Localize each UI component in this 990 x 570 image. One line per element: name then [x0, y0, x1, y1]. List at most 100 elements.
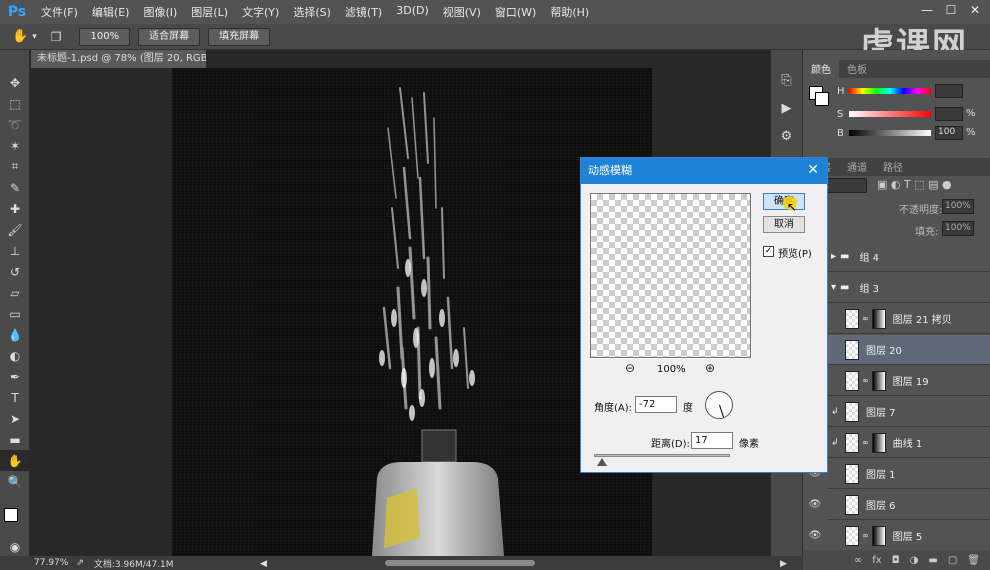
magic-wand-tool-icon[interactable]: ✶ — [0, 135, 30, 156]
visibility-eye-icon[interactable]: 👁 — [807, 499, 823, 510]
fill-screen-button[interactable]: 填充屏幕 — [208, 27, 271, 46]
actions-panel-icon[interactable]: ▶ — [775, 98, 799, 120]
layer-row[interactable]: 👁 图层 1 — [809, 459, 990, 489]
menu-item[interactable]: 文件(F) — [34, 4, 85, 20]
chevron-right-icon[interactable]: ▸ — [831, 251, 836, 262]
layer-row[interactable]: 👁 图层 6 — [809, 490, 990, 520]
quick-mask-icon[interactable]: ◉ — [0, 536, 30, 557]
distance-slider[interactable] — [594, 454, 730, 457]
adjustment-icon[interactable]: ◑ — [910, 555, 919, 566]
background-color-swatch[interactable] — [815, 92, 829, 106]
trash-icon[interactable]: 🗑 — [967, 555, 980, 566]
menu-item[interactable]: 视图(V) — [436, 4, 488, 20]
layer-row[interactable]: ↲ ∞ 曲线 1 — [827, 428, 990, 458]
layer-row[interactable]: 图层 20 — [827, 335, 990, 365]
visibility-eye-icon[interactable]: 👁 — [807, 530, 823, 541]
layer-row[interactable]: ∞ 图层 19 — [827, 366, 990, 396]
fit-screen-button[interactable]: 适合屏幕 — [138, 27, 201, 46]
filter-icons[interactable]: ▣ ◐ T ⬚ ▤ ● — [877, 178, 952, 191]
link-icon[interactable]: ∞ — [862, 314, 869, 323]
tab-channels[interactable]: 通道 — [839, 157, 875, 176]
properties-panel-icon[interactable]: ⚙ — [775, 126, 799, 148]
lasso-tool-icon[interactable]: ➰ — [0, 114, 30, 135]
blur-tool-icon[interactable]: 💧 — [0, 324, 30, 345]
menu-item[interactable]: 图层(L) — [184, 4, 235, 20]
hand-tool-icon[interactable]: ✋ — [0, 450, 30, 471]
link-icon[interactable]: ∞ — [862, 376, 869, 385]
mask-icon[interactable]: ◘ — [892, 555, 900, 566]
menu-item[interactable]: 滤镜(T) — [338, 4, 389, 20]
brightness-slider[interactable] — [849, 130, 931, 136]
distance-input[interactable]: 17 — [691, 432, 733, 449]
menu-item[interactable]: 编辑(E) — [85, 4, 137, 20]
chevron-down-icon[interactable]: ▾ — [32, 32, 37, 42]
move-tool-icon[interactable]: ✥ — [0, 72, 30, 93]
mask-thumbnail[interactable] — [871, 432, 886, 453]
close-button[interactable]: ✕ — [966, 2, 984, 18]
share-icon[interactable]: ⇗ — [76, 558, 84, 568]
clone-stamp-tool-icon[interactable]: ⊥ — [0, 240, 30, 261]
marquee-tool-icon[interactable]: ⬚ — [0, 93, 30, 114]
eraser-tool-icon[interactable]: ▱ — [0, 282, 30, 303]
layer-row[interactable]: ▾ ▬ 组 3 — [827, 273, 990, 303]
dodge-tool-icon[interactable]: ◐ — [0, 345, 30, 366]
hue-slider[interactable] — [849, 88, 931, 94]
layer-row[interactable]: 👁 ∞ 图层 5 — [809, 521, 990, 548]
zoom-tool-icon[interactable]: 🔍 — [0, 471, 30, 492]
document-tab[interactable]: 未标题-1.psd @ 78% (图层 20, RGB/8) * — [31, 50, 206, 68]
zoom-100-button[interactable]: 100% — [79, 27, 131, 46]
gradient-tool-icon[interactable]: ▭ — [0, 303, 30, 324]
folder-icon[interactable]: ▬ — [928, 555, 937, 566]
history-panel-icon[interactable]: ⎘ — [775, 70, 799, 92]
brightness-input[interactable]: 100 — [935, 126, 963, 140]
opacity-input[interactable]: 100% — [942, 199, 974, 214]
angle-input[interactable]: -72 — [635, 396, 677, 413]
close-icon[interactable]: ✕ — [807, 162, 819, 178]
tab-color[interactable]: 颜色 — [803, 59, 839, 78]
mask-thumbnail[interactable] — [871, 308, 886, 329]
layer-row[interactable]: ▸ ▬ 组 4 — [827, 242, 990, 272]
zoom-level[interactable]: 77.97% — [34, 558, 68, 568]
layer-row[interactable]: ↲ 图层 7 — [827, 397, 990, 427]
horizontal-scrollbar[interactable] — [385, 560, 535, 566]
zoom-in-icon[interactable]: ⊕ — [705, 361, 715, 375]
saturation-slider[interactable] — [849, 111, 931, 117]
foreground-color-swatch[interactable] — [4, 508, 18, 522]
mask-thumbnail[interactable] — [871, 370, 886, 391]
mask-thumbnail[interactable] — [871, 525, 886, 546]
preview-area[interactable] — [590, 193, 751, 358]
menu-item[interactable]: 图像(I) — [136, 4, 184, 20]
menu-item[interactable]: 选择(S) — [286, 4, 338, 20]
cancel-button[interactable]: 取消 — [763, 216, 805, 233]
fx-icon[interactable]: fx — [872, 555, 881, 566]
menu-item[interactable]: 窗口(W) — [488, 4, 543, 20]
menu-item[interactable]: 3D(D) — [389, 4, 436, 20]
rectangle-tool-icon[interactable]: ▬ — [0, 429, 30, 450]
menu-item[interactable]: 帮助(H) — [543, 4, 596, 20]
fill-input[interactable]: 100% — [942, 221, 974, 236]
link-icon[interactable]: ∞ — [862, 438, 869, 447]
tab-paths[interactable]: 路径 — [875, 157, 911, 176]
link-icon[interactable]: ∞ — [854, 555, 862, 566]
angle-dial[interactable] — [705, 391, 733, 419]
type-tool-icon[interactable]: T — [0, 387, 30, 408]
maximize-button[interactable]: ☐ — [942, 2, 960, 18]
saturation-input[interactable] — [935, 107, 963, 121]
preview-checkbox[interactable]: ✓ — [763, 246, 774, 257]
crop-tool-icon[interactable]: ⌗ — [0, 156, 30, 177]
link-icon[interactable]: ∞ — [862, 531, 869, 540]
minimize-button[interactable]: — — [918, 2, 936, 18]
distance-slider-thumb[interactable] — [597, 458, 608, 466]
brush-tool-icon[interactable]: 🖌 — [0, 219, 30, 240]
path-selection-tool-icon[interactable]: ➤ — [0, 408, 30, 429]
scroll-left-icon[interactable]: ◀ — [260, 559, 280, 569]
hue-input[interactable] — [935, 84, 963, 98]
chevron-down-icon[interactable]: ▾ — [831, 282, 836, 293]
healing-brush-tool-icon[interactable]: ✚ — [0, 198, 30, 219]
tab-swatches[interactable]: 色板 — [839, 59, 875, 78]
layer-row[interactable]: ∞ 图层 21 拷贝 — [827, 304, 990, 334]
new-layer-icon[interactable]: ▢ — [948, 555, 957, 566]
scroll-all-windows-icon[interactable]: ❐ — [51, 30, 62, 44]
menu-item[interactable]: 文字(Y) — [235, 4, 286, 20]
eyedropper-tool-icon[interactable]: ✎ — [0, 177, 30, 198]
